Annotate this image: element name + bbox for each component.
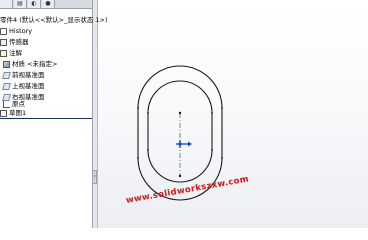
feature-manager-panel: ▤ ◐ ● 零件4 (默认<<默认>_显示状态 1>) History 传感器 … [0, 0, 108, 228]
tangent-point [137, 107, 139, 109]
origin-icon[interactable] [176, 140, 192, 148]
tangent-point [147, 112, 149, 114]
plane-icon [2, 82, 11, 90]
sensor-icon [0, 38, 7, 46]
material-icon [3, 60, 10, 68]
origin-icon [3, 100, 10, 108]
centerline-endpoint-top[interactable] [178, 111, 182, 115]
tree-item-front-plane[interactable]: 前视基准面 [2, 70, 45, 80]
tree-item-annotations[interactable]: 注解 [0, 48, 22, 58]
sketch-icon [0, 109, 7, 117]
tangent-point [211, 149, 213, 151]
tangent-point [221, 157, 223, 159]
part-root-label: 零件4 (默认<<默认>_显示状态 1>) [0, 16, 108, 24]
tangent-point [137, 157, 139, 159]
tree-root-part[interactable]: 零件4 (默认<<默认>_显示状态 1>) [0, 15, 108, 25]
tab-display-manager[interactable]: ● [42, 0, 55, 8]
tab-feature-tree[interactable] [0, 0, 13, 8]
tab-configuration-manager[interactable]: ◐ [28, 0, 41, 8]
history-icon [0, 27, 7, 35]
tree-selection-line [0, 118, 92, 119]
annotation-icon [0, 49, 7, 57]
tree-item-history[interactable]: History [0, 26, 32, 36]
tangent-point [147, 149, 149, 151]
feature-manager-tabs: ▤ ◐ ● [0, 0, 92, 9]
plane-icon [2, 71, 11, 79]
tree-item-sketch1[interactable]: 草图1 [0, 108, 26, 118]
tangent-point [211, 112, 213, 114]
tree-item-material[interactable]: 材质 <未指定> [3, 59, 57, 69]
tab-property-manager[interactable]: ▤ [14, 0, 27, 8]
tree-item-top-plane[interactable]: 上视基准面 [2, 81, 45, 91]
tangent-point [221, 107, 223, 109]
tree-item-sensors[interactable]: 传感器 [0, 37, 29, 47]
centerline-endpoint-bottom[interactable] [178, 174, 182, 178]
